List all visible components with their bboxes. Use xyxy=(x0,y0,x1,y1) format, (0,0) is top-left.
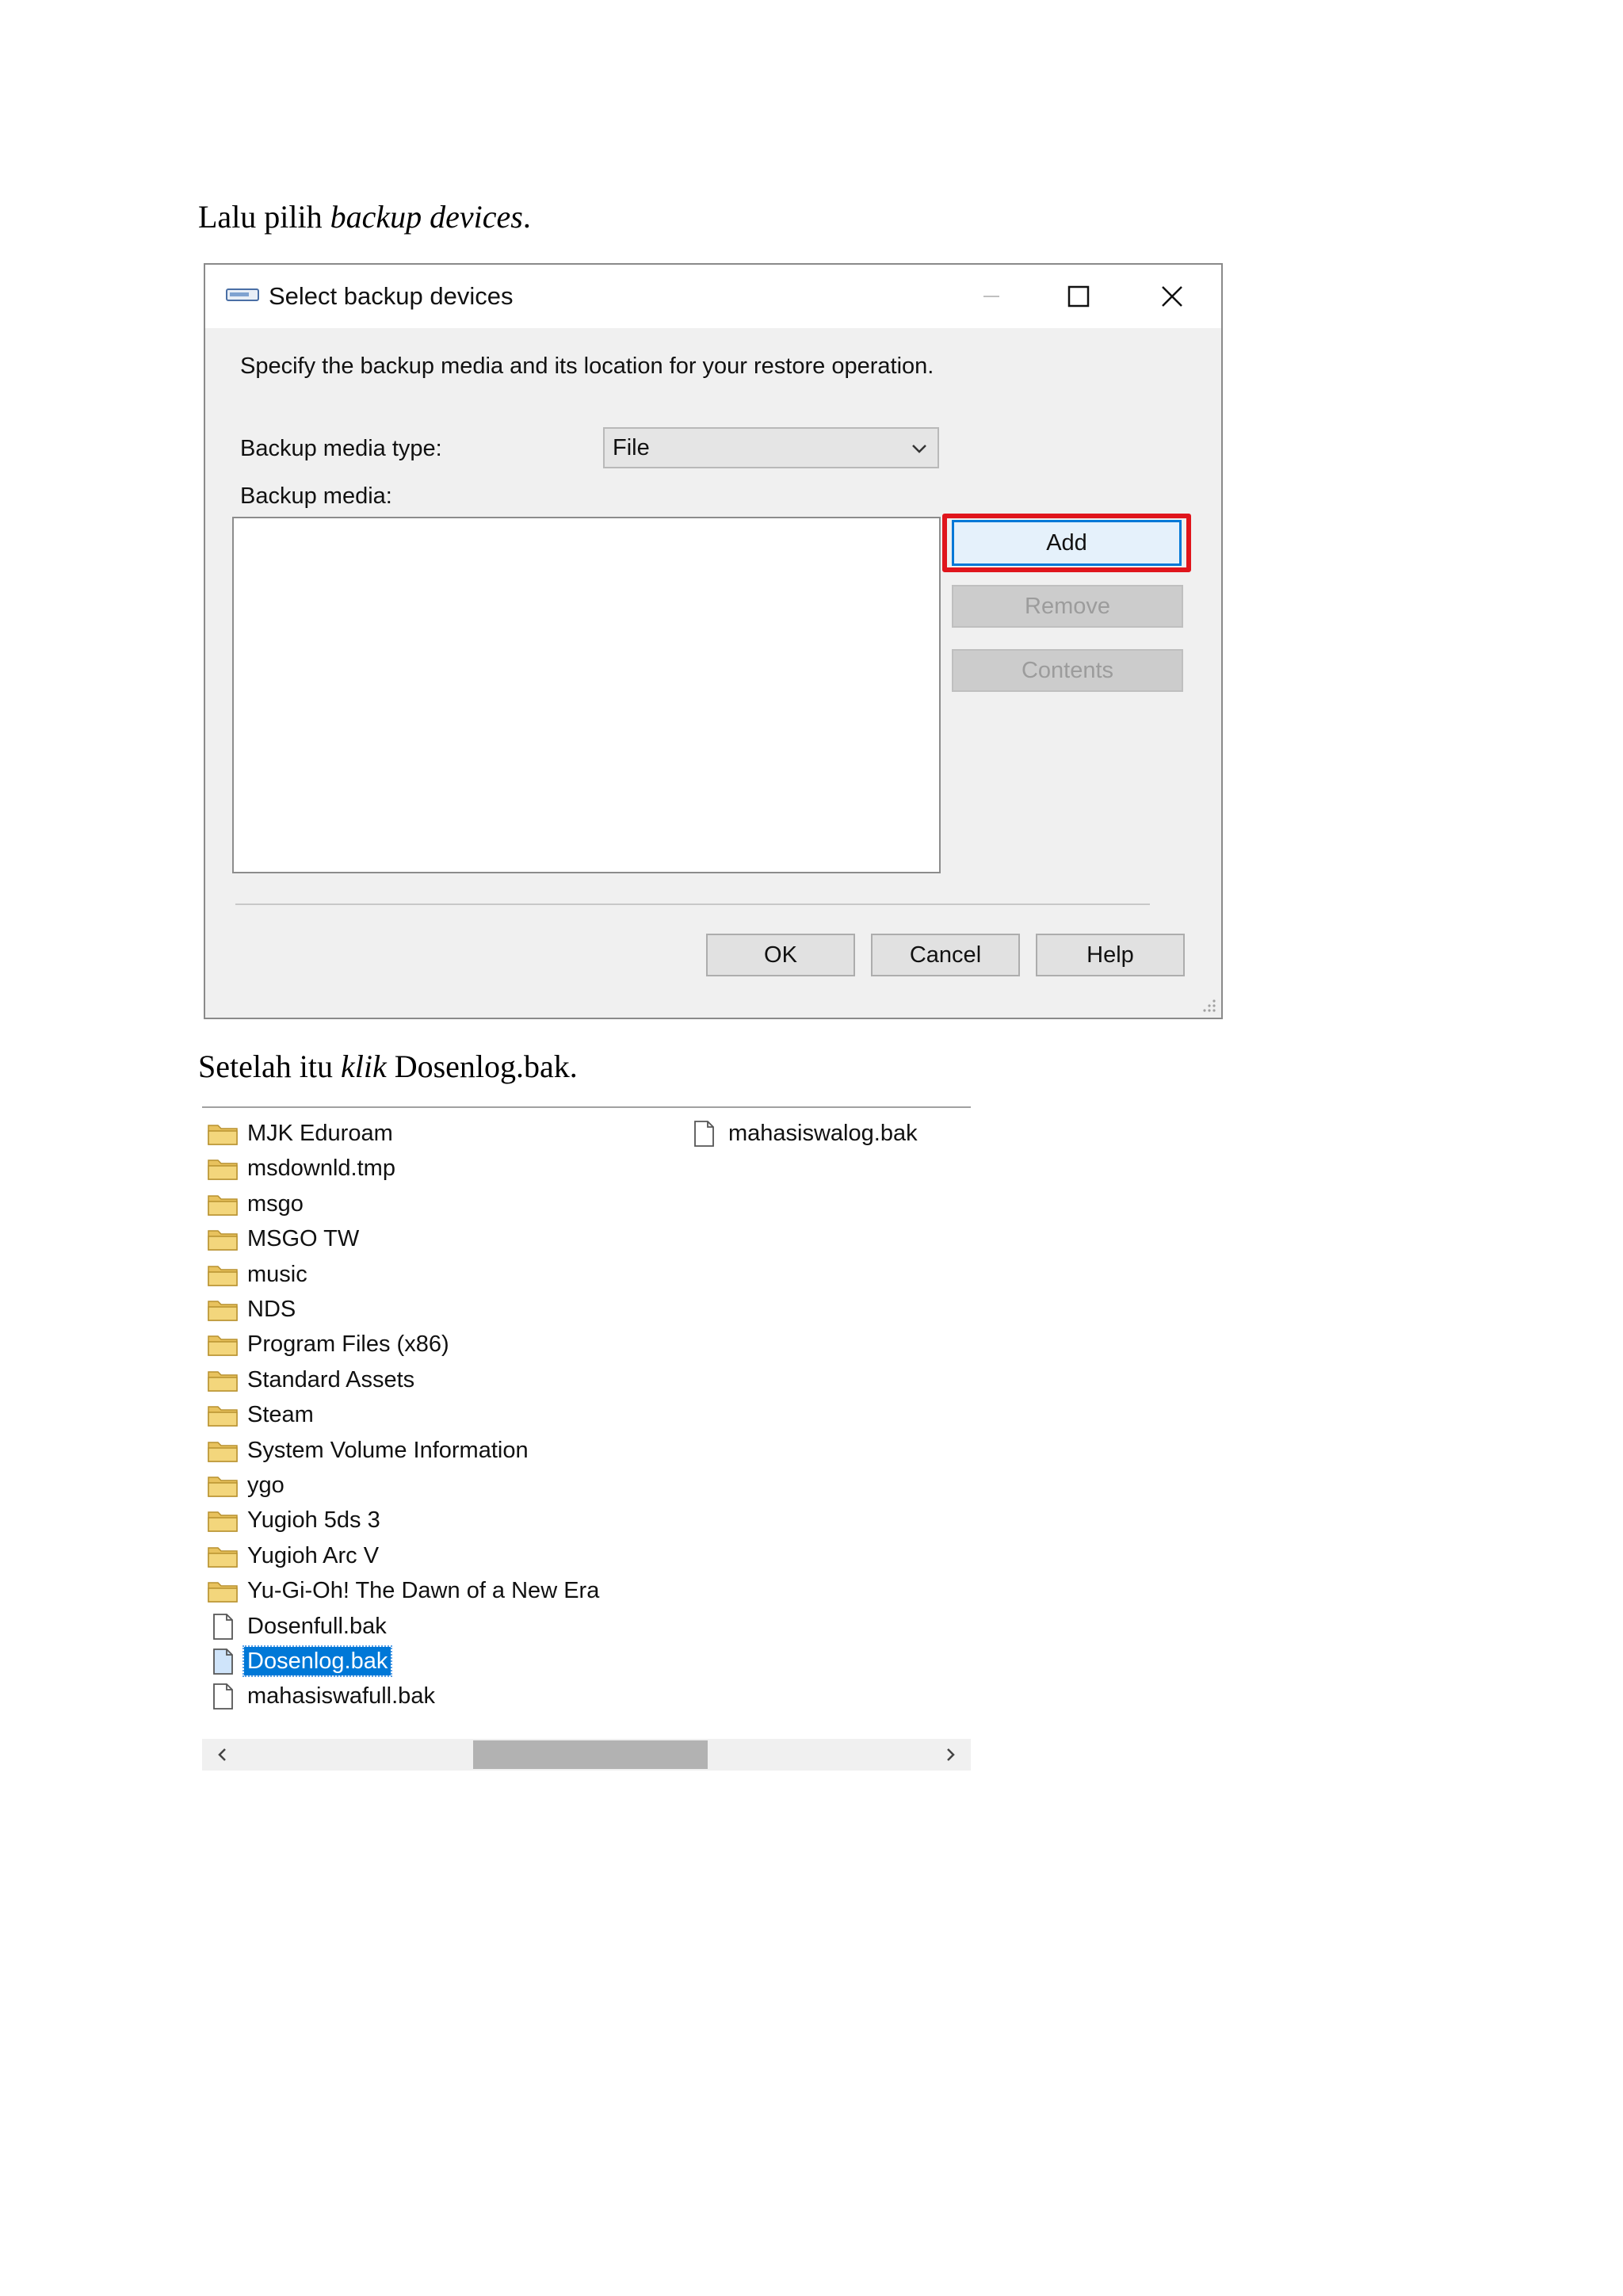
folder-icon xyxy=(208,1301,238,1321)
folder-item[interactable]: MSGO TW xyxy=(206,1223,362,1255)
close-icon[interactable] xyxy=(1155,279,1190,314)
instruction-step-1: Lalu pilih backup devices. xyxy=(198,198,531,236)
minimize-icon[interactable] xyxy=(974,279,1009,314)
file-item[interactable]: mahasiswalog.bak xyxy=(687,1117,921,1149)
scrollbar-thumb[interactable] xyxy=(473,1740,708,1769)
folder-icon xyxy=(208,1441,238,1462)
folder-item[interactable]: System Volume Information xyxy=(206,1435,532,1466)
step-2-tail: Dosenlog.bak. xyxy=(386,1049,578,1084)
contents-button[interactable]: Contents xyxy=(952,649,1183,692)
folder-item[interactable]: Yugioh 5ds 3 xyxy=(206,1504,384,1536)
dialog-separator xyxy=(235,904,1150,905)
step-1-italic: backup devices xyxy=(330,199,523,235)
folder-icon xyxy=(208,1582,238,1603)
folder-item[interactable]: msdownld.tmp xyxy=(206,1152,399,1184)
item-label: Yu-Gi-Oh! The Dawn of a New Era xyxy=(247,1578,600,1604)
file-item[interactable]: Dosenlog.bak xyxy=(206,1645,393,1677)
item-label: ygo xyxy=(247,1473,285,1498)
item-label: msgo xyxy=(247,1190,304,1217)
file-icon xyxy=(213,1613,233,1640)
folder-icon xyxy=(208,1159,238,1181)
item-label: Dosenfull.bak xyxy=(247,1613,387,1639)
folder-item[interactable]: Yu-Gi-Oh! The Dawn of a New Era xyxy=(206,1575,602,1606)
media-type-value: File xyxy=(613,435,650,460)
item-label: Dosenlog.bak xyxy=(242,1645,393,1677)
item-label: NDS xyxy=(247,1297,296,1322)
media-type-label: Backup media type: xyxy=(240,436,442,461)
step-1-tail: . xyxy=(522,199,531,235)
cancel-button[interactable]: Cancel xyxy=(871,934,1020,976)
file-list-divider xyxy=(202,1106,971,1108)
scroll-right-icon[interactable] xyxy=(941,1745,960,1764)
step-1-text: Lalu pilih xyxy=(198,199,330,235)
folder-item[interactable]: NDS xyxy=(206,1293,299,1325)
remove-button[interactable]: Remove xyxy=(952,585,1183,628)
folder-icon xyxy=(208,1371,238,1392)
backup-media-list[interactable] xyxy=(232,517,941,873)
dialog-title: Select backup devices xyxy=(269,282,514,310)
folder-icon xyxy=(208,1406,238,1427)
step-2-text: Setelah itu xyxy=(198,1049,341,1084)
item-label: MJK Eduroam xyxy=(247,1121,393,1146)
item-label: Standard Assets xyxy=(247,1366,415,1392)
item-label: MSGO TW xyxy=(247,1226,360,1252)
folder-item[interactable]: Yugioh Arc V xyxy=(206,1540,382,1572)
folder-icon xyxy=(208,1265,238,1286)
item-label: msdownld.tmp xyxy=(247,1156,395,1182)
item-label: Steam xyxy=(247,1402,314,1428)
help-button[interactable]: Help xyxy=(1036,934,1185,976)
folder-item[interactable]: Standard Assets xyxy=(206,1364,418,1396)
folder-icon xyxy=(208,1195,238,1216)
file-item[interactable]: mahasiswafull.bak xyxy=(206,1680,438,1712)
folder-icon xyxy=(208,1230,238,1251)
media-list-label: Backup media: xyxy=(240,483,392,509)
item-label: Program Files (x86) xyxy=(247,1331,449,1358)
file-item[interactable]: Dosenfull.bak xyxy=(206,1610,390,1642)
folder-item[interactable]: MJK Eduroam xyxy=(206,1117,396,1149)
add-button-highlight xyxy=(942,514,1191,572)
file-icon xyxy=(213,1648,233,1675)
horizontal-scrollbar[interactable] xyxy=(202,1739,971,1771)
select-backup-devices-dialog: Select backup devices Specify the backup… xyxy=(204,263,1223,1019)
folder-item[interactable]: Steam xyxy=(206,1399,317,1431)
folder-item[interactable]: ygo xyxy=(206,1469,288,1501)
item-label: mahasiswafull.bak xyxy=(247,1683,435,1710)
media-type-select[interactable]: File xyxy=(603,427,939,468)
chevron-down-icon xyxy=(912,445,926,453)
file-icon xyxy=(694,1121,714,1147)
folder-icon xyxy=(208,1547,238,1568)
folder-icon xyxy=(208,1125,238,1145)
item-label: mahasiswalog.bak xyxy=(728,1121,918,1146)
file-browser-list: MJK Eduroam msdownld.tmp msgo MSGO TW music N… xyxy=(202,1106,971,1772)
dialog-titlebar[interactable]: Select backup devices xyxy=(205,265,1221,328)
folder-item[interactable]: msgo xyxy=(206,1188,307,1220)
backup-device-icon xyxy=(226,288,259,301)
ok-button[interactable]: OK xyxy=(706,934,855,976)
dialog-description: Specify the backup media and its locatio… xyxy=(240,353,934,379)
scroll-left-icon[interactable] xyxy=(213,1745,232,1764)
item-label: Yugioh Arc V xyxy=(247,1542,380,1568)
folder-item[interactable]: Program Files (x86) xyxy=(206,1328,453,1360)
file-icon xyxy=(213,1683,233,1710)
item-label: System Volume Information xyxy=(247,1437,529,1463)
item-label: Yugioh 5ds 3 xyxy=(247,1507,380,1534)
folder-icon xyxy=(208,1335,238,1357)
item-label: music xyxy=(247,1261,307,1287)
folder-icon xyxy=(208,1477,238,1497)
maximize-icon[interactable] xyxy=(1061,279,1096,314)
step-2-italic: klik xyxy=(340,1049,387,1084)
folder-item[interactable]: music xyxy=(206,1259,311,1290)
resize-grip-icon[interactable] xyxy=(1201,997,1216,1013)
folder-icon xyxy=(208,1511,238,1533)
instruction-step-2: Setelah itu klik Dosenlog.bak. xyxy=(198,1048,578,1086)
